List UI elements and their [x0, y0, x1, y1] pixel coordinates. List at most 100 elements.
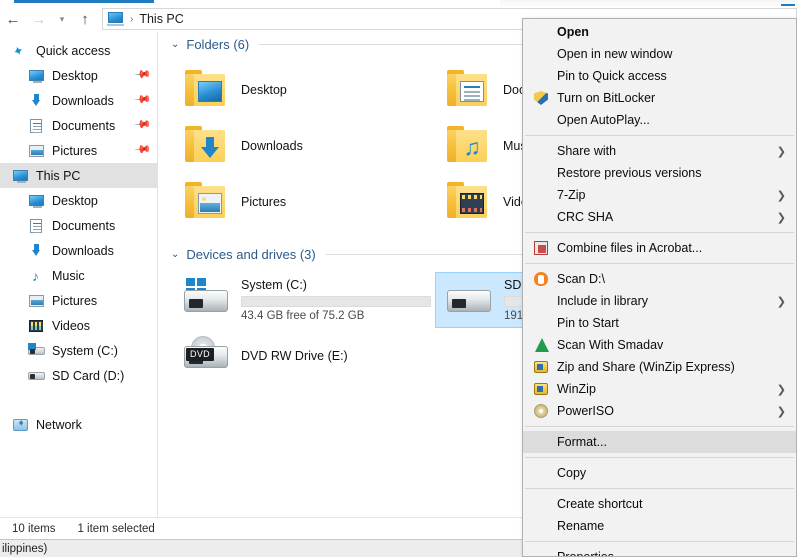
pin-icon[interactable]: 📌 — [133, 92, 151, 109]
menu-item-label: PowerISO — [557, 404, 777, 418]
no-icon — [531, 434, 553, 450]
active-tab-accent — [14, 0, 154, 3]
menu-item-label: Scan D:\ — [557, 272, 796, 286]
menu-separator — [525, 541, 794, 542]
folder-tile[interactable]: Desktop — [173, 62, 435, 118]
context-menu[interactable]: Open Open in new window Pin to Quick acces… — [522, 18, 797, 557]
menu-item-share-with[interactable]: Share with❯ — [523, 140, 796, 162]
tile-label: Pictures — [241, 195, 286, 209]
sidebar-item-label: Desktop — [52, 69, 135, 83]
sidebar-item-network[interactable]: Network — [0, 412, 157, 437]
sidebar-item-desktop[interactable]: Desktop — [0, 188, 157, 213]
chevron-down-icon[interactable]: ⌄ — [171, 249, 179, 260]
chevron-down-icon[interactable]: ▾ — [52, 7, 72, 31]
documents-icon — [28, 118, 46, 134]
menu-item-7-zip[interactable]: 7-Zip❯ — [523, 184, 796, 206]
drive-info: System (C:) 43.4 GB free of 75.2 GB — [241, 278, 431, 322]
menu-item-label: Rename — [557, 519, 796, 533]
menu-item-format[interactable]: Format... — [523, 431, 796, 453]
windows-drive-icon — [183, 278, 231, 322]
music-icon: ♪ — [28, 268, 46, 284]
breadcrumb-separator: › — [127, 14, 139, 25]
chevron-down-icon[interactable]: ⌄ — [171, 39, 179, 50]
menu-item-create-shortcut[interactable]: Create shortcut — [523, 493, 796, 515]
sidebar-item-label: Downloads — [52, 94, 135, 108]
folder-desktop-icon — [183, 68, 231, 112]
menu-item-label: Pin to Quick access — [557, 69, 796, 83]
menu-item-copy[interactable]: Copy — [523, 462, 796, 484]
sidebar-item-pictures[interactable]: Pictures📌 — [0, 138, 157, 163]
pin-icon[interactable]: 📌 — [133, 117, 151, 134]
menu-item-pin-to-start[interactable]: Pin to Start — [523, 312, 796, 334]
group-title: Devices and drives (3) — [186, 247, 315, 262]
sidebar-item-documents[interactable]: Documents📌 — [0, 113, 157, 138]
forward-arrow-icon[interactable]: → — [26, 7, 52, 31]
menu-separator — [525, 263, 794, 264]
pin-icon[interactable]: 📌 — [133, 142, 151, 159]
chevron-right-icon: ❯ — [777, 383, 796, 396]
menu-item-poweriso[interactable]: PowerISO❯ — [523, 400, 796, 422]
menu-item-label: Properties — [557, 550, 796, 557]
up-arrow-icon[interactable]: ↑ — [72, 7, 98, 31]
videos-icon — [28, 318, 46, 334]
avast-icon — [531, 271, 553, 287]
menu-item-open[interactable]: Open — [523, 21, 796, 43]
group-title: Folders (6) — [186, 37, 249, 52]
menu-item-label: Turn on BitLocker — [557, 91, 796, 105]
menu-item-scan-d[interactable]: Scan D:\ — [523, 268, 796, 290]
system-drive-icon — [28, 343, 46, 359]
pin-icon[interactable]: 📌 — [133, 67, 151, 84]
sidebar-item-sd-card-d[interactable]: SD Card (D:) — [0, 363, 157, 388]
status-selection: 1 item selected — [55, 523, 154, 535]
menu-item-turn-on-bitlocker[interactable]: Turn on BitLocker — [523, 87, 796, 109]
sidebar-item-desktop[interactable]: Desktop📌 — [0, 63, 157, 88]
menu-item-label: Pin to Start — [557, 316, 796, 330]
menu-item-crc-sha[interactable]: CRC SHA❯ — [523, 206, 796, 228]
breadcrumb-text[interactable]: This PC — [139, 12, 183, 26]
back-arrow-icon[interactable]: ← — [0, 7, 26, 31]
drive-free-space: 43.4 GB free of 75.2 GB — [241, 310, 431, 322]
drive-tile[interactable]: DVDDVD RW Drive (E:) — [173, 328, 435, 384]
menu-item-label: Restore previous versions — [557, 166, 796, 180]
sidebar-item-downloads[interactable]: Downloads📌 — [0, 88, 157, 113]
menu-item-winzip[interactable]: WinZip❯ — [523, 378, 796, 400]
menu-item-rename[interactable]: Rename — [523, 515, 796, 537]
menu-separator — [525, 488, 794, 489]
menu-item-zip-and-share-winzip-express[interactable]: Zip and Share (WinZip Express) — [523, 356, 796, 378]
drive-tile[interactable]: System (C:) 43.4 GB free of 75.2 GB — [173, 272, 435, 328]
sidebar-item-documents[interactable]: Documents — [0, 213, 157, 238]
menu-item-open-in-new-window[interactable]: Open in new window — [523, 43, 796, 65]
navigation-pane[interactable]: ✦Quick accessDesktop📌Downloads📌Documents… — [0, 32, 158, 517]
sidebar-item-music[interactable]: ♪Music — [0, 263, 157, 288]
drive-name: System (C:) — [241, 278, 431, 292]
tile-label: Downloads — [241, 139, 303, 153]
sidebar-item-this-pc[interactable]: This PC — [0, 163, 157, 188]
acrobat-icon — [531, 240, 553, 256]
menu-item-include-in-library[interactable]: Include in library❯ — [523, 290, 796, 312]
folder-music-icon: ♫ — [445, 124, 493, 168]
sidebar-item-pictures[interactable]: Pictures — [0, 288, 157, 313]
poweriso-icon — [531, 403, 553, 419]
desktop-icon — [28, 68, 46, 84]
menu-item-pin-to-quick-access[interactable]: Pin to Quick access — [523, 65, 796, 87]
sidebar-item-system-c[interactable]: System (C:) — [0, 338, 157, 363]
no-icon — [531, 465, 553, 481]
no-icon — [531, 315, 553, 331]
sidebar-item-quick-access[interactable]: ✦Quick access — [0, 38, 157, 63]
downloads-icon — [28, 243, 46, 259]
folder-tile[interactable]: Pictures — [173, 174, 435, 230]
menu-item-open-autoplay[interactable]: Open AutoPlay... — [523, 109, 796, 131]
menu-item-scan-with-smadav[interactable]: Scan With Smadav — [523, 334, 796, 356]
sidebar-item-label: System (C:) — [52, 344, 157, 358]
smadav-icon — [531, 337, 553, 353]
sidebar-item-downloads[interactable]: Downloads — [0, 238, 157, 263]
sidebar-item-videos[interactable]: Videos — [0, 313, 157, 338]
menu-item-combine-files-in-acrobat[interactable]: Combine files in Acrobat... — [523, 237, 796, 259]
menu-item-label: Open — [557, 25, 796, 39]
menu-item-restore-previous-versions[interactable]: Restore previous versions — [523, 162, 796, 184]
no-icon — [531, 112, 553, 128]
folder-tile[interactable]: Downloads — [173, 118, 435, 174]
no-icon — [531, 187, 553, 203]
sidebar-item-label: SD Card (D:) — [52, 369, 157, 383]
menu-item-properties[interactable]: Properties — [523, 546, 796, 557]
